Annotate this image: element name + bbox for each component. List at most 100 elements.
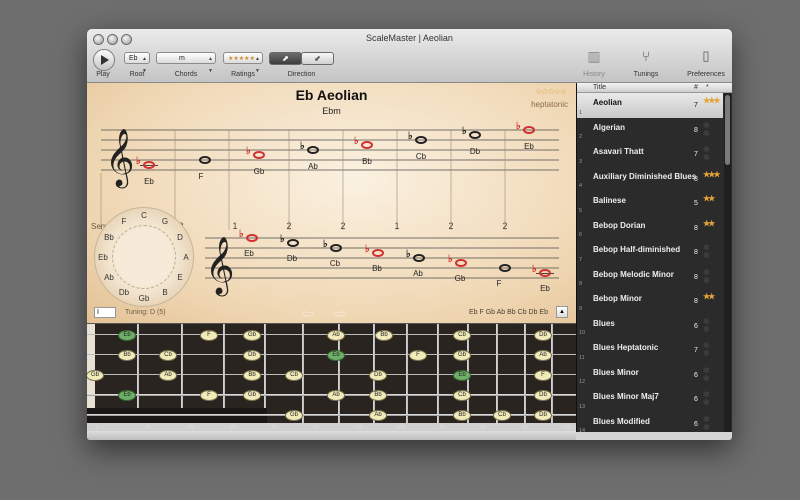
note-head[interactable] [307,146,319,154]
circle-note[interactable]: C [136,211,152,220]
fret-note[interactable]: Ab [327,330,345,341]
note-head[interactable] [455,259,467,267]
scale-list[interactable]: Title # * 1 Aeolian 7 ★★★ 2 Algerian 8 ✽ ✽ 3 Asava… [576,83,732,432]
note-head[interactable] [143,161,155,169]
fret-note[interactable]: Bb [243,370,261,381]
list-item[interactable]: 13 Blues Minor Maj7 6 ✽ ✽ [577,387,723,412]
fret-note[interactable]: Db [534,390,552,401]
fret-note[interactable]: Ab [159,370,177,381]
row-rating-stars[interactable]: ✽ ✽ [703,415,721,432]
note-head[interactable] [413,254,425,262]
row-rating-stars[interactable]: ✽ ✽ [703,366,721,383]
row-rating-stars[interactable]: ✽ ✽ [703,268,721,285]
tuning-fork-icon[interactable]: ⑂ [636,48,656,66]
fret-note[interactable]: F [200,330,218,341]
list-item[interactable]: 8 Bebop Melodic Minor 8 ✽ ✽ [577,265,723,290]
list-item[interactable]: 5 Balinese 5 ★★ [577,191,723,216]
note-head[interactable] [499,264,511,272]
fret-note[interactable]: F [409,350,427,361]
circle-note[interactable]: E [172,273,188,282]
fret-note[interactable]: Cb [159,350,177,361]
fret-note[interactable]: Gb [243,390,261,401]
fret-note[interactable]: Cb [493,410,511,421]
list-item[interactable]: 11 Blues Heptatonic 7 ✽ ✽ [577,338,723,363]
row-rating-stars[interactable]: ★★ [703,293,721,301]
play-button[interactable] [93,49,115,71]
row-rating-stars[interactable]: ✽ ✽ [703,146,721,162]
circle-note[interactable]: Eb [95,253,111,262]
root-popup[interactable]: Eb ▲ ▼ [124,52,150,74]
note-head[interactable] [372,249,384,257]
fret-note[interactable]: Gb [243,330,261,341]
fret-note[interactable]: Ab [369,410,387,421]
history-icon[interactable]: ▥ [584,48,604,66]
fret-note[interactable]: F [200,390,218,401]
note-head[interactable] [246,234,258,242]
fret-note[interactable]: Gb [453,350,471,361]
note-head[interactable] [330,244,342,252]
column-title[interactable]: Title [593,83,606,92]
fret-note[interactable]: Bb [375,330,393,341]
row-rating-stars[interactable]: ✽ ✽ [703,244,721,260]
circle-note[interactable]: Db [116,288,132,297]
list-item[interactable]: 9 Bebop Minor 8 ★★ [577,289,723,314]
fret-note[interactable]: Cb [285,370,303,381]
row-rating-stars[interactable]: ★★★ [703,170,721,179]
fret-note[interactable]: Bb [369,390,387,401]
circle-note[interactable]: B [157,288,173,297]
note-head[interactable] [361,141,373,149]
circle-note[interactable]: F [116,217,132,226]
list-item[interactable]: 2 Algerian 8 ✽ ✽ [577,118,723,143]
circle-note[interactable]: Ab [101,273,117,282]
list-item[interactable]: 12 Blues Minor 6 ✽ ✽ [577,363,723,388]
fret-position-input[interactable]: I [94,307,116,318]
row-rating-stars[interactable]: ✽ ✽ [703,342,721,358]
fret-note[interactable]: Bb [453,410,471,421]
fret-note[interactable]: Cb [453,330,471,341]
fret-note-root[interactable]: Eb [327,350,345,361]
row-rating-stars[interactable]: ★★★ [703,97,721,105]
list-item[interactable]: 7 Bebop Half-diminished 8 ✽ ✽ [577,240,723,265]
note-head[interactable] [539,269,551,277]
list-item[interactable]: 14 Blues Modified 6 ✽ ✽ [577,412,723,432]
row-rating-stars[interactable]: ✽ ✽ [703,391,721,407]
list-item[interactable]: 3 Asavari Thatt 7 ✽ ✽ [577,142,723,167]
fret-note-root[interactable]: Eb [118,330,136,341]
note-head[interactable] [253,151,265,159]
collapse-button[interactable]: ▲ [556,306,568,318]
list-item[interactable]: 6 Bebop Dorian 8 ★★ [577,216,723,241]
circle-note[interactable]: Gb [136,294,152,303]
column-count[interactable]: # [694,83,698,92]
fret-note[interactable]: Gb [285,410,303,421]
circle-note[interactable]: G [157,217,173,226]
note-head[interactable] [415,136,427,144]
fret-note[interactable]: Gb [87,370,104,381]
fret-note[interactable]: Db [243,350,261,361]
row-rating-stars[interactable]: ★★ [703,219,721,228]
direction-descending-button[interactable]: ⬋ [301,52,334,65]
chords-popup[interactable]: m ▲ ▼ [156,52,216,74]
direction-ascending-button[interactable]: ⬈ [269,52,302,65]
row-rating-stars[interactable]: ★★ [703,195,721,203]
scrollbar-thumb[interactable] [725,95,730,165]
preferences-icon[interactable]: ▯ [696,48,716,66]
fret-note[interactable]: Db [369,370,387,381]
fret-note-root[interactable]: Eb [453,370,471,381]
note-head[interactable] [199,156,211,164]
row-rating-stars[interactable]: ✽ ✽ [703,317,721,334]
fret-note[interactable]: Db [534,410,552,421]
row-rating-stars[interactable]: ✽ ✽ [703,121,721,138]
list-item[interactable]: 4 Auxiliary Diminished Blues 8 ★★★ [577,167,723,192]
circle-note[interactable]: Bb [101,233,117,242]
fret-note[interactable]: F [534,370,552,381]
fret-note[interactable]: Db [534,330,552,341]
note-head[interactable] [287,239,299,247]
previous-arrow-icon[interactable]: ⇦ [301,304,314,324]
circle-of-fifths[interactable]: C G D A E B Gb Db Ab Eb Bb F [94,207,194,307]
circle-note[interactable]: A [178,253,194,262]
fret-note-root[interactable]: Eb [118,390,136,401]
next-arrow-icon[interactable]: ⇨ [333,304,346,324]
ratings-popup[interactable]: ★★★★★ ▲ ▼ [223,52,263,74]
circle-note[interactable]: D [172,233,188,242]
fret-note[interactable]: Cb [453,390,471,401]
